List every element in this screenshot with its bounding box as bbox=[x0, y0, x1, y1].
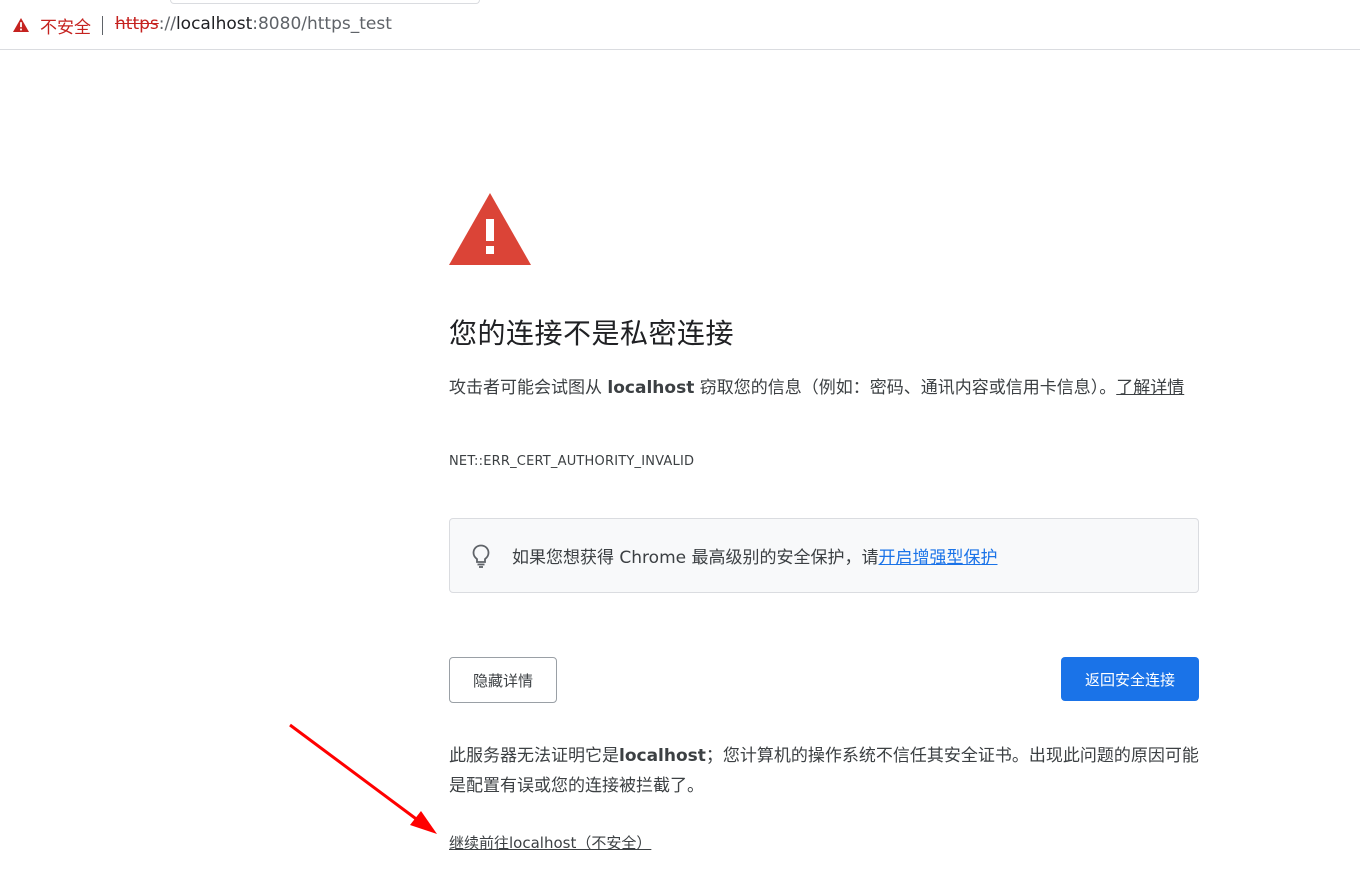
warning-triangle-icon bbox=[10, 15, 32, 35]
url-host: localhost bbox=[175, 14, 253, 34]
address-bar: 不安全 https://localhost:8080/https_test bbox=[0, 0, 1360, 50]
learn-more-link[interactable]: 了解详情 bbox=[1116, 378, 1184, 398]
enhanced-protection-text: 如果您想获得 Chrome 最高级别的安全保护，请开启增强型保护 bbox=[512, 543, 998, 568]
page-title: 您的连接不是私密连接 bbox=[449, 317, 735, 350]
explanation-text: 攻击者可能会试图从 localhost 窃取您的信息（例如：密码、通讯内容或信用… bbox=[449, 373, 1201, 403]
url-path: :8080/https_test bbox=[252, 14, 392, 34]
details-text: 此服务器无法证明它是localhost；您计算机的操作系统不信任其安全证书。出现… bbox=[449, 741, 1199, 801]
active-tab-edge[interactable] bbox=[170, 0, 480, 4]
url-scheme: https bbox=[115, 14, 159, 34]
details-prefix: 此服务器无法证明它是 bbox=[449, 746, 619, 766]
enhanced-protection-prompt: 如果您想获得 Chrome 最高级别的安全保护，请 bbox=[512, 548, 879, 568]
enhanced-protection-link[interactable]: 开启增强型保护 bbox=[879, 548, 998, 568]
explanation-suffix: 窃取您的信息（例如：密码、通讯内容或信用卡信息）。 bbox=[694, 378, 1117, 398]
lightbulb-icon bbox=[470, 543, 492, 569]
url-separator: :// bbox=[158, 14, 176, 34]
explanation-prefix: 攻击者可能会试图从 bbox=[449, 378, 608, 398]
warning-triangle-icon bbox=[449, 193, 531, 265]
explanation-host: localhost bbox=[607, 378, 695, 398]
security-indicator[interactable]: 不安全 bbox=[10, 13, 91, 38]
tab-strip-edge bbox=[0, 0, 1360, 4]
back-to-safety-button[interactable]: 返回安全连接 bbox=[1061, 657, 1199, 701]
url-field[interactable]: https://localhost:8080/https_test bbox=[115, 14, 392, 34]
enhanced-protection-banner: 如果您想获得 Chrome 最高级别的安全保护，请开启增强型保护 bbox=[449, 518, 1199, 593]
hide-details-button[interactable]: 隐藏详情 bbox=[449, 657, 557, 703]
details-host: localhost bbox=[619, 746, 706, 766]
omnibox-separator bbox=[102, 16, 103, 35]
error-code: NET::ERR_CERT_AUTHORITY_INVALID bbox=[449, 454, 695, 469]
proceed-unsafe-link[interactable]: 继续前往localhost（不安全） bbox=[449, 832, 651, 853]
security-label: 不安全 bbox=[40, 17, 91, 38]
